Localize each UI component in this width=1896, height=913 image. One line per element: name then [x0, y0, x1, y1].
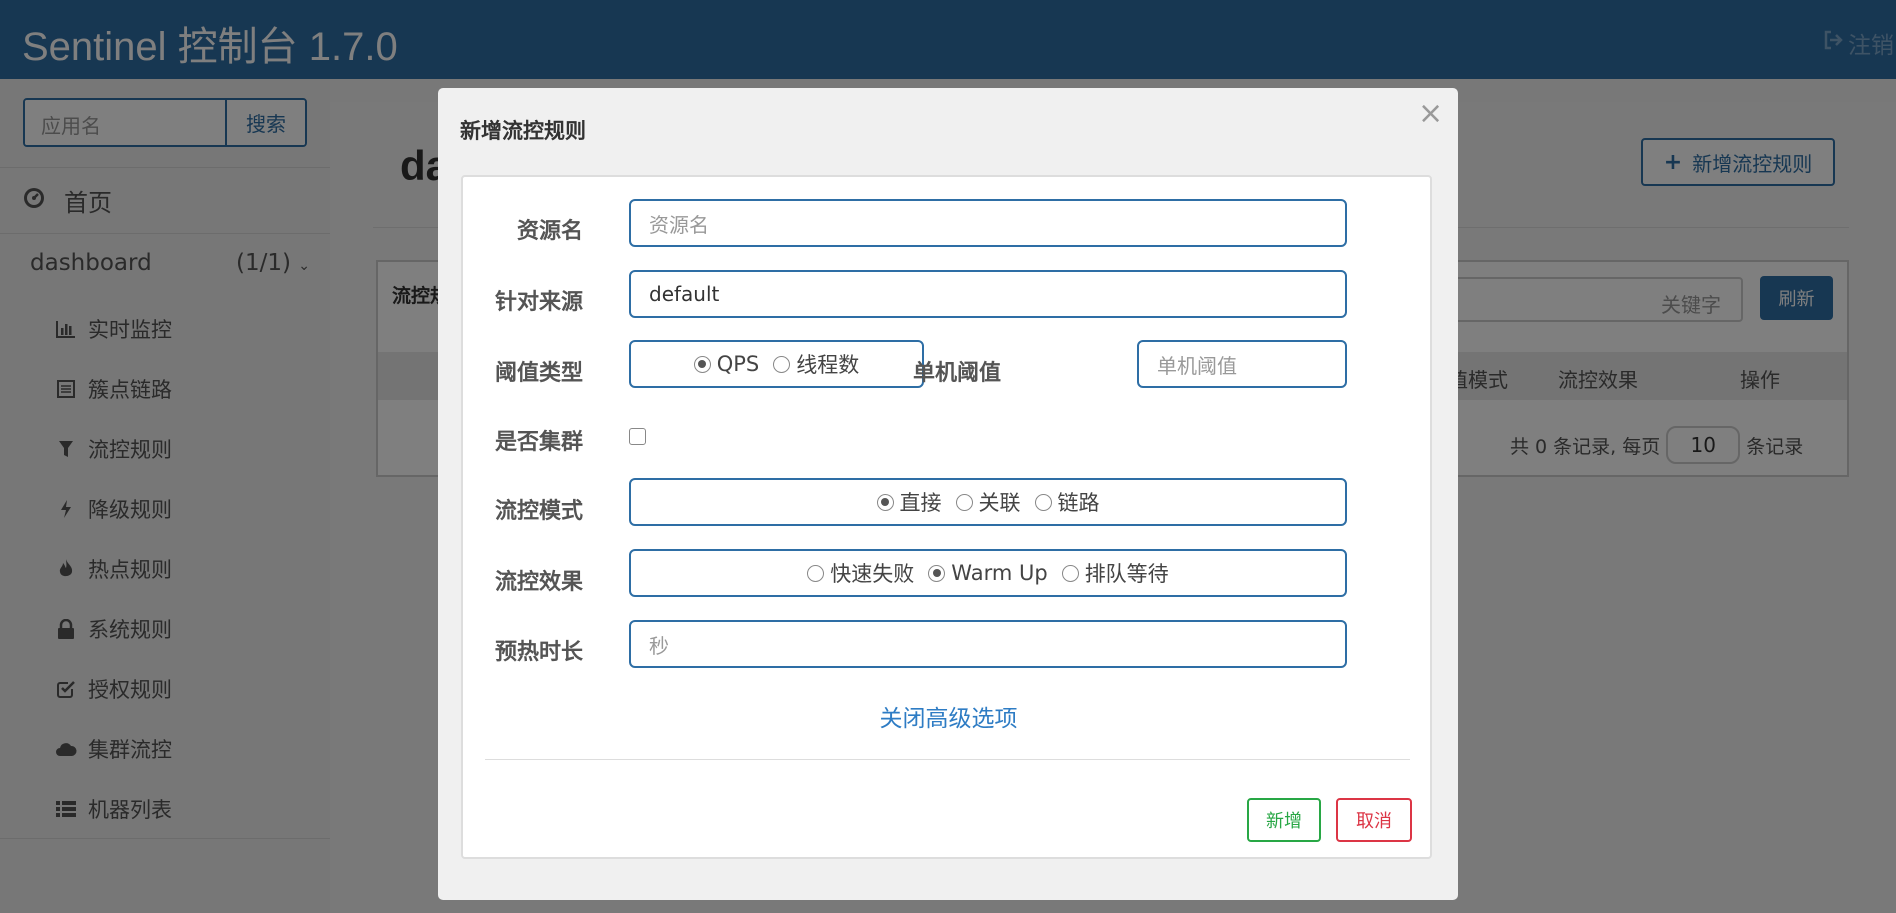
warmup-label: 预热时长 — [494, 640, 583, 665]
radio-checked-icon — [928, 564, 946, 582]
limit-app-input[interactable]: default — [629, 270, 1347, 318]
strategy-radio-direct[interactable]: 直接 — [876, 487, 942, 517]
strategy-label: 流控模式 — [494, 499, 583, 524]
cancel-button[interactable]: 取消 — [1336, 798, 1412, 842]
add-flow-rule-dialog: 新增流控规则 × 资源名 资源名 针对来源 default 阈值类型 QPS 线… — [438, 88, 1458, 900]
rule-form: 资源名 资源名 针对来源 default 阈值类型 QPS 线程数 单机阈值 单… — [461, 175, 1432, 859]
radio-label: 快速失败 — [830, 562, 915, 586]
radio-label: QPS — [716, 352, 760, 376]
strategy-radio-relate[interactable]: 关联 — [955, 487, 1021, 517]
behavior-radio-fail-fast[interactable]: 快速失败 — [807, 558, 914, 588]
divider — [485, 759, 1410, 760]
grade-radio-group: QPS 线程数 — [629, 340, 924, 388]
strategy-radio-chain[interactable]: 链路 — [1034, 487, 1100, 517]
dialog-title: 新增流控规则 — [460, 119, 586, 143]
radio-unchecked-icon — [1061, 564, 1079, 582]
count-label: 单机阈值 — [912, 361, 1001, 386]
radio-unchecked-icon — [955, 493, 973, 511]
grade-radio-qps[interactable]: QPS — [693, 352, 760, 376]
control-behavior-radio-group: 快速失败 Warm Up 排队等待 — [629, 549, 1347, 597]
radio-checked-icon — [876, 493, 894, 511]
control-behavior-label: 流控效果 — [494, 570, 583, 595]
radio-label: 关联 — [978, 491, 1021, 515]
radio-label: 排队等待 — [1084, 562, 1169, 586]
cluster-label: 是否集群 — [494, 430, 583, 455]
radio-label: Warm Up — [951, 561, 1048, 585]
resource-input[interactable]: 资源名 — [629, 199, 1347, 247]
radio-label: 链路 — [1057, 491, 1100, 515]
resource-label: 资源名 — [516, 219, 583, 244]
count-input[interactable]: 单机阈值 — [1137, 340, 1347, 388]
close-icon[interactable]: × — [1418, 96, 1443, 131]
behavior-radio-queue[interactable]: 排队等待 — [1061, 558, 1169, 588]
grade-radio-thread[interactable]: 线程数 — [773, 349, 859, 379]
warmup-input[interactable]: 秒 — [629, 620, 1347, 668]
submit-add-button[interactable]: 新增 — [1247, 798, 1321, 842]
radio-label: 直接 — [899, 491, 942, 515]
radio-unchecked-icon — [1034, 493, 1052, 511]
radio-unchecked-icon — [807, 564, 825, 582]
cluster-checkbox[interactable] — [629, 428, 646, 445]
radio-label: 线程数 — [796, 353, 860, 377]
behavior-radio-warm-up[interactable]: Warm Up — [928, 561, 1048, 585]
radio-unchecked-icon — [773, 355, 791, 373]
grade-label: 阈值类型 — [494, 361, 583, 386]
toggle-advanced-link[interactable]: 关闭高级选项 — [463, 699, 1434, 733]
limit-app-label: 针对来源 — [494, 290, 583, 315]
strategy-radio-group: 直接 关联 链路 — [629, 478, 1347, 526]
radio-checked-icon — [693, 355, 711, 373]
